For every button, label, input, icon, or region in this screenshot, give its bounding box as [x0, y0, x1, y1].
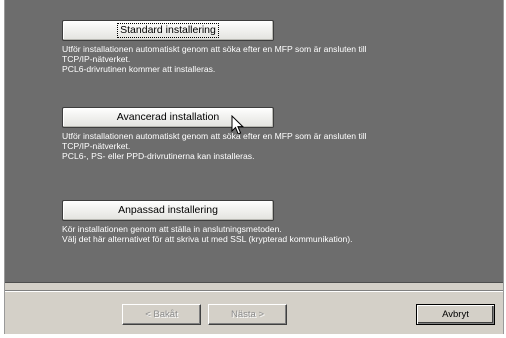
advanced-install-description: Utför installationen automatiskt genom a… [62, 131, 482, 161]
description-line: TCP/IP-nätverket. [62, 141, 131, 151]
description-line: PCL6-drivrutinen kommer att installeras. [62, 64, 216, 74]
custom-install-label: Anpassad installering [118, 204, 218, 216]
separator [5, 291, 503, 292]
standard-install-button[interactable]: Standard installering [62, 20, 274, 41]
install-options-panel: Standard installering Utför installation… [5, 0, 503, 283]
cancel-button[interactable]: Avbryt [416, 304, 495, 325]
description-line: Utför installationen automatiskt genom a… [62, 131, 367, 141]
description-line: Välj det här alternativet för att skriva… [62, 234, 353, 244]
advanced-install-label: Avancerad installation [116, 111, 220, 123]
custom-install-description: Kör installationen genom att ställa in a… [62, 224, 482, 244]
description-line: Kör installationen genom att ställa in a… [62, 224, 282, 234]
mouse-pointer-icon [231, 115, 245, 135]
back-button[interactable]: < Bakåt [122, 304, 201, 325]
description-line: Utför installationen automatiskt genom a… [62, 44, 367, 54]
standard-install-description: Utför installationen automatiskt genom a… [62, 44, 482, 74]
description-line: PCL6-, PS- eller PPD-drivrutinerna kan i… [62, 151, 255, 161]
navigation-bar: < Bakåt Nästa > Avbryt [5, 290, 503, 330]
cancel-button-label: Avbryt [442, 309, 469, 320]
next-button-label: Nästa > [230, 309, 264, 320]
next-button[interactable]: Nästa > [208, 304, 287, 325]
installer-dialog: Standard installering Utför installation… [4, 0, 504, 334]
standard-install-label: Standard installering [117, 23, 219, 38]
back-button-label: < Bakåt [145, 309, 178, 320]
description-line: TCP/IP-nätverket. [62, 54, 131, 64]
custom-install-button[interactable]: Anpassad installering [62, 200, 274, 221]
